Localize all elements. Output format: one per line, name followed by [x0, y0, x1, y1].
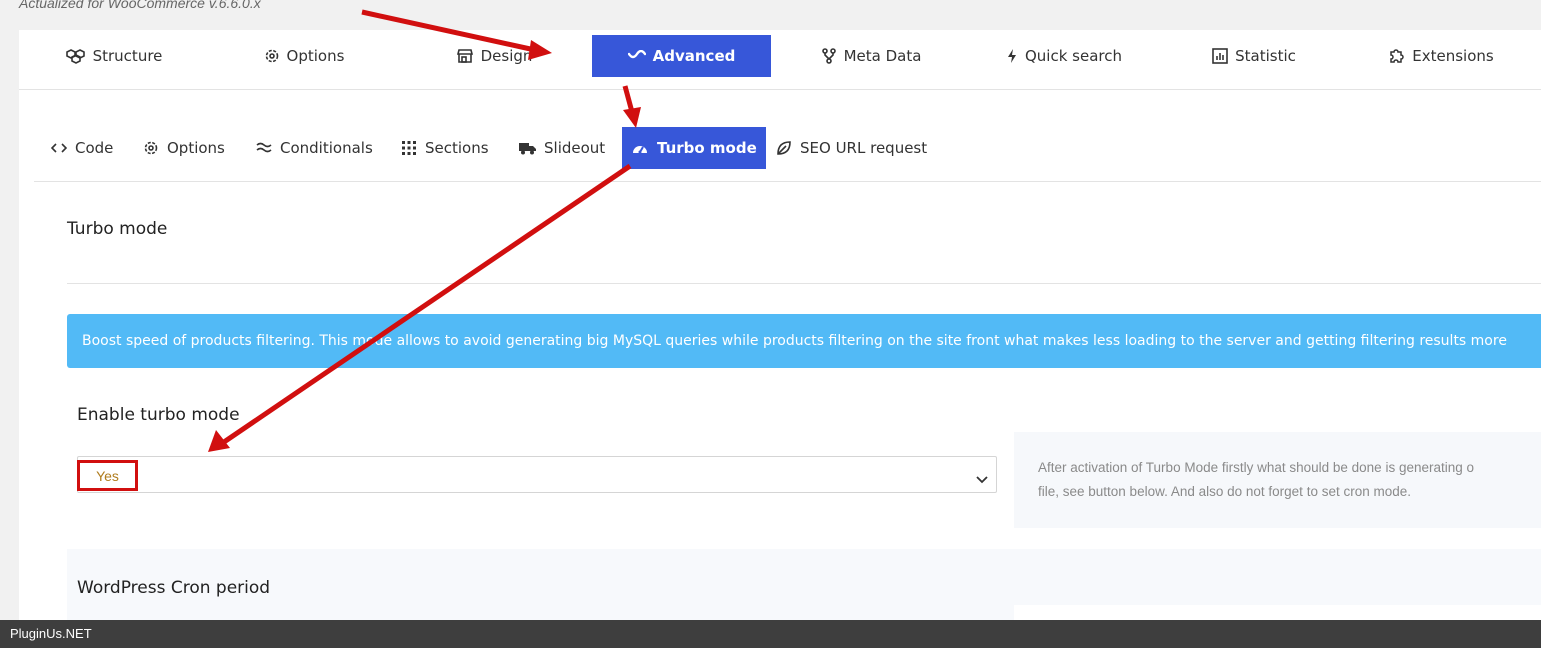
- tab-structure[interactable]: Structure: [59, 35, 169, 77]
- subtab-sections[interactable]: Sections: [401, 127, 489, 169]
- chevron-down-icon: [976, 469, 988, 488]
- turbo-mode-select[interactable]: Yes: [77, 456, 997, 493]
- hint-line: After activation of Turbo Mode firstly w…: [1038, 460, 1475, 475]
- tab-label: Advanced: [652, 47, 736, 65]
- truck-icon: [519, 141, 536, 155]
- tab-label: Quick search: [1024, 47, 1122, 65]
- leaf-icon: [776, 140, 792, 156]
- tab-options[interactable]: Options: [254, 35, 354, 77]
- approx-icon: [256, 142, 272, 154]
- sub-tab-bar: Code Options Conditionals Sections Slide…: [34, 90, 1541, 182]
- subtab-slideout[interactable]: Slideout: [519, 127, 605, 169]
- subtab-label: Code: [75, 139, 114, 157]
- select-value: Yes: [77, 460, 138, 491]
- cubes-icon: [65, 48, 86, 64]
- bolt-icon: [1006, 48, 1018, 64]
- nodes-icon: [821, 48, 837, 64]
- subtab-label: Turbo mode: [657, 139, 757, 157]
- tab-label: Meta Data: [843, 47, 922, 65]
- version-caption: Actualized for WooCommerce v.6.6.0.x: [19, 0, 261, 11]
- hint-line: file, see button below. And also do not …: [1038, 484, 1411, 499]
- subtab-turbo-mode[interactable]: Turbo mode: [622, 127, 766, 169]
- tab-statistic[interactable]: Statistic: [1204, 35, 1304, 77]
- subtab-label: Sections: [425, 139, 489, 157]
- section-title: Turbo mode: [67, 219, 168, 239]
- wave-icon: [627, 50, 646, 62]
- subtab-label: Options: [167, 139, 225, 157]
- settings-panel: Structure Options Design Advanced Meta D…: [19, 30, 1541, 639]
- footer-brand: PluginUs.NET: [10, 626, 92, 641]
- bar-chart-icon: [1212, 48, 1228, 64]
- code-icon: [51, 142, 67, 154]
- subtab-label: Slideout: [544, 139, 606, 157]
- subtab-label: SEO URL request: [800, 139, 928, 157]
- tab-label: Extensions: [1412, 47, 1494, 65]
- store-icon: [456, 48, 474, 64]
- footer-bar: PluginUs.NET: [0, 620, 1541, 648]
- gear-icon: [143, 140, 159, 156]
- tab-extensions[interactable]: Extensions: [1384, 35, 1499, 77]
- speedometer-icon: [631, 140, 649, 156]
- tab-quick-search[interactable]: Quick search: [999, 35, 1129, 77]
- subtab-label: Conditionals: [280, 139, 373, 157]
- subtab-options[interactable]: Options: [143, 127, 225, 169]
- tab-label: Statistic: [1235, 47, 1296, 65]
- gear-icon: [264, 48, 280, 64]
- turbo-mode-hint: After activation of Turbo Mode firstly w…: [1014, 432, 1541, 528]
- tab-design[interactable]: Design: [449, 35, 539, 77]
- tab-advanced[interactable]: Advanced: [592, 35, 771, 77]
- cron-period-label: WordPress Cron period: [77, 578, 271, 598]
- info-banner: Boost speed of products filtering. This …: [67, 314, 1541, 368]
- divider: [67, 283, 1541, 284]
- tab-meta-data[interactable]: Meta Data: [816, 35, 926, 77]
- subtab-conditionals[interactable]: Conditionals: [256, 127, 373, 169]
- main-tab-bar: Structure Options Design Advanced Meta D…: [19, 30, 1541, 90]
- subtab-seo-url-request[interactable]: SEO URL request: [776, 127, 927, 169]
- grid-icon: [401, 140, 417, 156]
- puzzle-icon: [1389, 48, 1405, 64]
- turbo-mode-label: Enable turbo mode: [77, 405, 240, 425]
- tab-label: Options: [286, 47, 345, 65]
- tab-label: Structure: [92, 47, 163, 65]
- subtab-code[interactable]: Code: [51, 127, 113, 169]
- tab-label: Design: [480, 47, 533, 65]
